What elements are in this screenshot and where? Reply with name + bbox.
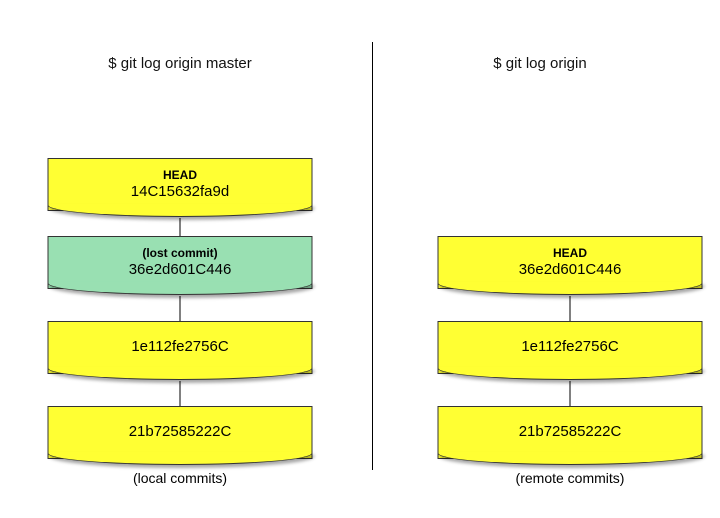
- commit-hash: 21b72585222C: [49, 423, 312, 442]
- commit-hash: 14C15632fa9d: [49, 183, 312, 202]
- commit-node: 1e112fe2756C: [48, 321, 313, 374]
- commit-connector: [180, 296, 181, 321]
- left-caption: (local commits): [30, 470, 330, 486]
- left-title: $ git log origin master: [0, 55, 360, 72]
- commit-hash: 1e112fe2756C: [439, 338, 702, 357]
- commit-connector: [570, 296, 571, 321]
- commit-node: HEAD 36e2d601C446: [438, 236, 703, 289]
- right-caption: (remote commits): [420, 470, 720, 486]
- commit-hash: 1e112fe2756C: [49, 338, 312, 357]
- commit-label: HEAD: [49, 168, 312, 183]
- commit-node: HEAD 14C15632fa9d: [48, 158, 313, 211]
- commit-connector: [180, 381, 181, 406]
- right-title: $ git log origin: [360, 55, 720, 72]
- commit-node: 21b72585222C: [438, 406, 703, 459]
- commit-label: HEAD: [439, 246, 702, 261]
- commit-node: 1e112fe2756C: [438, 321, 703, 374]
- commit-connector: [570, 381, 571, 406]
- commit-hash: 36e2d601C446: [439, 261, 702, 280]
- commit-node-lost: (lost commit) 36e2d601C446: [48, 236, 313, 289]
- commit-hash: 36e2d601C446: [49, 261, 312, 280]
- vertical-divider: [372, 42, 373, 470]
- commit-label: (lost commit): [49, 246, 312, 261]
- commit-node: 21b72585222C: [48, 406, 313, 459]
- commit-hash: 21b72585222C: [439, 423, 702, 442]
- commit-connector: [180, 218, 181, 236]
